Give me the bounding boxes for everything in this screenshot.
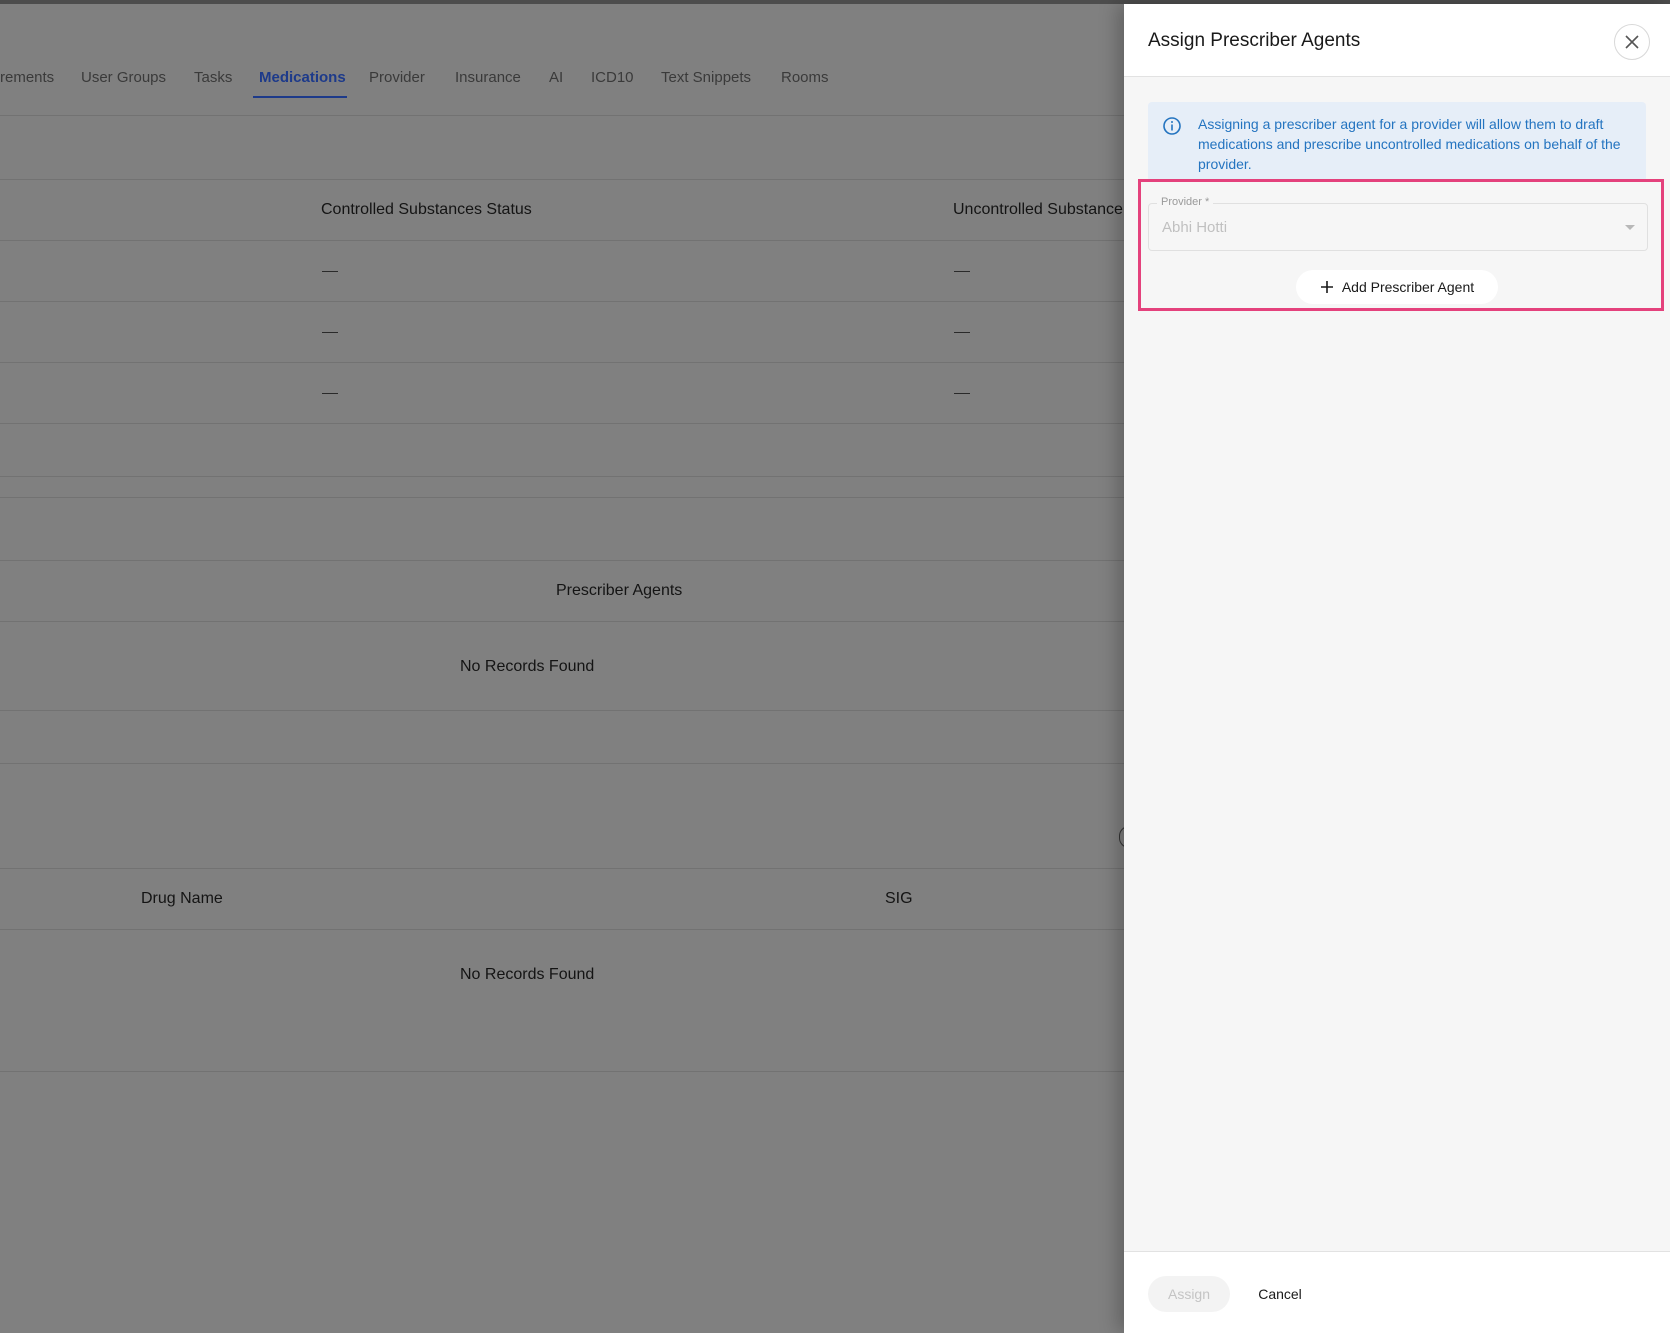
divider: [0, 621, 1124, 622]
drawer-title: Assign Prescriber Agents: [1148, 30, 1361, 51]
assign-button[interactable]: Assign: [1148, 1276, 1230, 1312]
empty-value-dash: [322, 332, 338, 333]
tab-ai[interactable]: AI: [549, 69, 563, 86]
settings-tab-bar: rements User Groups Tasks Medications Pr…: [0, 4, 1124, 116]
add-prescriber-agent-label: Add Prescriber Agent: [1341, 279, 1475, 295]
divider: [0, 710, 1124, 711]
empty-value-dash: [322, 393, 338, 394]
tab-user-groups[interactable]: User Groups: [81, 69, 166, 86]
divider: [0, 763, 1124, 764]
info-icon: [1163, 117, 1181, 135]
provider-field-label: Provider *: [1157, 196, 1214, 208]
divider: [0, 179, 1124, 180]
divider: [0, 476, 1124, 477]
empty-value-dash: [322, 271, 338, 272]
assign-prescriber-agents-drawer: Assign Prescriber Agents Assigning a pre…: [1124, 4, 1670, 1333]
close-icon: [1625, 35, 1639, 49]
tab-tasks[interactable]: Tasks: [194, 69, 232, 86]
empty-value-dash: [954, 271, 970, 272]
drawer-header: Assign Prescriber Agents: [1124, 4, 1670, 77]
empty-value-dash: [954, 332, 970, 333]
tab-text-snippets[interactable]: Text Snippets: [661, 69, 751, 86]
info-alert: Assigning a prescriber agent for a provi…: [1148, 102, 1646, 182]
prescriber-agents-header: Prescriber Agents: [556, 582, 683, 599]
provider-select[interactable]: Provider * Abhi Hotti: [1148, 196, 1648, 251]
tab-insurance[interactable]: Insurance: [455, 69, 521, 86]
close-button[interactable]: [1614, 24, 1650, 60]
tab-rooms[interactable]: Rooms: [781, 69, 829, 86]
tab-requirements[interactable]: rements: [0, 69, 54, 86]
provider-field-value: Abhi Hotti: [1162, 219, 1228, 236]
divider: [0, 497, 1124, 498]
tab-provider[interactable]: Provider: [369, 69, 425, 86]
active-tab-indicator: [253, 96, 347, 98]
chevron-down-icon: [1625, 225, 1635, 230]
background-page: rements User Groups Tasks Medications Pr…: [0, 4, 1130, 1332]
column-header-sig: SIG: [885, 890, 913, 907]
column-header-controlled-status: Controlled Substances Status: [321, 201, 532, 218]
column-header-drug-name: Drug Name: [141, 890, 223, 907]
drug-table-empty-text: No Records Found: [460, 966, 595, 983]
info-text: Assigning a prescriber agent for a provi…: [1198, 116, 1621, 172]
tab-medications[interactable]: Medications: [259, 69, 346, 86]
column-header-uncontrolled-status: Uncontrolled Substance: [953, 201, 1123, 218]
prescriber-agents-empty-text: No Records Found: [460, 658, 595, 675]
divider: [0, 301, 1124, 302]
divider: [0, 868, 1124, 869]
add-prescriber-agent-button[interactable]: Add Prescriber Agent: [1296, 270, 1498, 304]
empty-value-dash: [954, 393, 970, 394]
tab-icd10[interactable]: ICD10: [591, 69, 634, 86]
divider: [0, 1071, 1124, 1072]
cancel-button[interactable]: Cancel: [1246, 1276, 1314, 1312]
divider: [0, 929, 1124, 930]
plus-icon: [1320, 281, 1333, 293]
drawer-footer: Assign Cancel: [1124, 1251, 1670, 1333]
divider: [0, 423, 1124, 424]
divider: [0, 560, 1124, 561]
divider: [0, 362, 1124, 363]
divider: [0, 240, 1124, 241]
